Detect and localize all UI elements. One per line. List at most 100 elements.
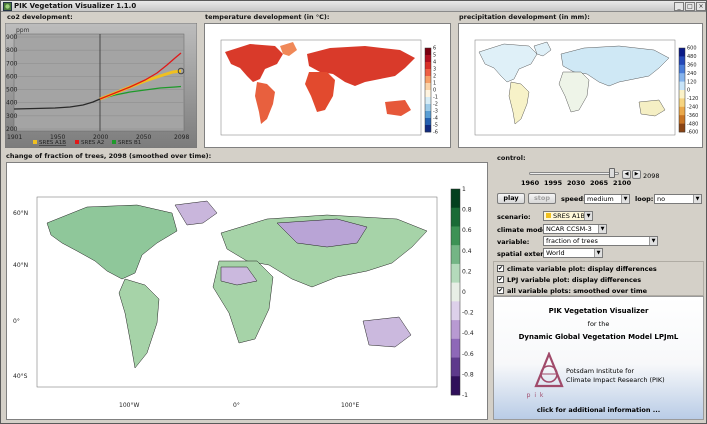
colorbar-label: 1 (433, 81, 436, 87)
colorbar-segment (425, 55, 431, 63)
colorbar-label: -6 (433, 130, 438, 136)
temperature-title: temperature development (in °C): (205, 13, 330, 21)
speed-label: speed: (561, 195, 586, 203)
colorbar-segment (679, 115, 685, 124)
precipitation-map: 600 480 360 240 120 0 -120 -240 -360 -480 -600 (474, 39, 698, 136)
colorbar-label: 3 (433, 67, 436, 73)
colorbar-segment (679, 81, 685, 91)
climate-model-value: NCAR CCSM-3 (546, 225, 592, 233)
slider-tick-label: 1995 (544, 179, 563, 187)
slider-thumb[interactable] (609, 168, 616, 178)
precipitation-panel: precipitation development (in mm): 600 48… (455, 13, 706, 150)
colorbar-segment (451, 320, 460, 340)
chevron-down-icon: ▼ (584, 212, 592, 220)
colorbar-segment (679, 56, 685, 66)
trees-lon-label: 0° (233, 402, 240, 409)
colorbar-segment (425, 125, 431, 133)
maximize-button[interactable]: □ (685, 2, 695, 11)
pik-logo-icon (534, 352, 564, 388)
colorbar-segment (425, 62, 431, 70)
variable-value: fraction of trees (546, 237, 598, 245)
colorbar-label: 0 (687, 88, 690, 94)
close-button[interactable]: × (696, 2, 706, 11)
co2-y-tick: 900 (6, 34, 18, 41)
colorbar-segment (679, 48, 685, 57)
colorbar-label: -2 (433, 102, 438, 108)
step-forward-icon: ▶ (634, 171, 639, 177)
checkmark-icon: ✔ (498, 287, 504, 294)
info-for: for the (587, 320, 610, 328)
colorbar-segment (451, 245, 460, 265)
co2-panel: co2 development: ppm 900 800 700 600 500 400 3… (3, 13, 199, 150)
colorbar-segment (451, 338, 460, 358)
temperature-panel: temperature development (in °C): 6543210… (201, 13, 453, 150)
trees-map-frame: 60°N 40°N 0° 40°S 100°W 0° 100°E 1 0.8 0.6 0.4 0.… (6, 162, 488, 420)
scenario-select[interactable]: SRES A1B ▼ (543, 211, 593, 221)
colorbar-label: 120 (687, 79, 697, 85)
colorbar-label: 480 (687, 54, 697, 60)
chevron-down-icon: ▼ (621, 195, 629, 203)
trees-lon-label: 100°W (119, 402, 139, 409)
colorbar-segment (679, 73, 685, 82)
legend-swatch-b1 (112, 140, 116, 144)
options-group: ✔ climate variable plot: display differe… (493, 261, 704, 296)
spatial-extent-select[interactable]: World ▼ (543, 248, 603, 258)
stop-button[interactable]: stop (528, 193, 556, 204)
play-button[interactable]: play (497, 193, 525, 204)
check-label-smoothed: all variable plots: smoothed over time (507, 287, 648, 295)
legend-label-a2: SRES A2 (81, 140, 104, 146)
colorbar-segment (451, 357, 460, 377)
checkmark-icon: ✔ (498, 265, 504, 272)
colorbar-label: -3 (433, 109, 438, 115)
loop-select[interactable]: no ▼ (654, 194, 702, 204)
app-icon (3, 2, 12, 11)
colorbar-label: -5 (433, 123, 438, 129)
minimize-button[interactable]: _ (674, 2, 684, 11)
speed-select[interactable]: medium ▼ (584, 194, 630, 204)
chevron-down-icon: ▼ (598, 225, 606, 233)
trees-panel: change of fraction of trees, 2098 (smoot… (3, 152, 489, 422)
co2-y-tick: 400 (6, 100, 18, 107)
colorbar-segment (451, 301, 460, 321)
slider-track (529, 172, 619, 175)
co2-y-tick: 600 (6, 73, 18, 80)
variable-select[interactable]: fraction of trees ▼ (543, 236, 658, 246)
colorbar-label: 0.6 (462, 227, 472, 234)
colorbar-label: 4 (433, 60, 436, 66)
info-institute-line2: Climate Impact Research (PIK) (566, 376, 665, 384)
check-label-lpj-differences: LPJ variable plot: display differences (507, 276, 642, 284)
pik-logo-text: p i k (526, 392, 545, 399)
check-smoothed[interactable]: ✔ (497, 287, 504, 294)
colorbar-label: 0.4 (462, 248, 472, 255)
info-box[interactable]: PIK Vegetation Visualizer for the Dynami… (493, 296, 704, 420)
trees-lat-label: 0° (13, 318, 20, 325)
chevron-down-icon: ▼ (693, 195, 701, 203)
colorbar-segment (425, 76, 431, 84)
colorbar-label: 2 (433, 74, 436, 80)
title-bar[interactable]: PIK Vegetation Visualizer 1.1.0 _ □ × (1, 1, 706, 12)
app-window: PIK Vegetation Visualizer 1.1.0 _ □ × co… (0, 0, 707, 424)
colorbar-label: 6 (433, 46, 436, 52)
info-more-link[interactable]: click for additional information ... (494, 406, 703, 414)
colorbar-label: 0.2 (462, 268, 472, 275)
temperature-map-frame: 6 5 4 3 2 1 0 -1 -2 -3 -4 -5 -6 (204, 23, 451, 148)
colorbar-label: 360 (687, 62, 697, 68)
step-back-button[interactable]: ◀ (622, 170, 631, 179)
chevron-down-icon: ▼ (594, 249, 602, 257)
colorbar-segment (425, 118, 431, 126)
colorbar-segment (425, 83, 431, 91)
check-lpj-differences[interactable]: ✔ (497, 276, 504, 283)
colorbar-segment (451, 282, 460, 302)
climate-model-select[interactable]: NCAR CCSM-3 ▼ (543, 224, 607, 234)
colorbar-segment (679, 98, 685, 108)
loop-label: loop: (635, 195, 654, 203)
step-forward-button[interactable]: ▶ (632, 170, 641, 179)
control-panel: control: 1960 1995 2030 2065 2100 ◀ ▶ 2098 p… (491, 152, 706, 297)
check-climate-differences[interactable]: ✔ (497, 265, 504, 272)
chevron-down-icon: ▼ (649, 237, 657, 245)
step-back-icon: ◀ (624, 171, 629, 177)
colorbar-label: 0 (433, 88, 436, 94)
colorbar-segment (679, 64, 685, 74)
loop-value: no (657, 195, 666, 203)
variable-label: variable: (497, 238, 530, 246)
